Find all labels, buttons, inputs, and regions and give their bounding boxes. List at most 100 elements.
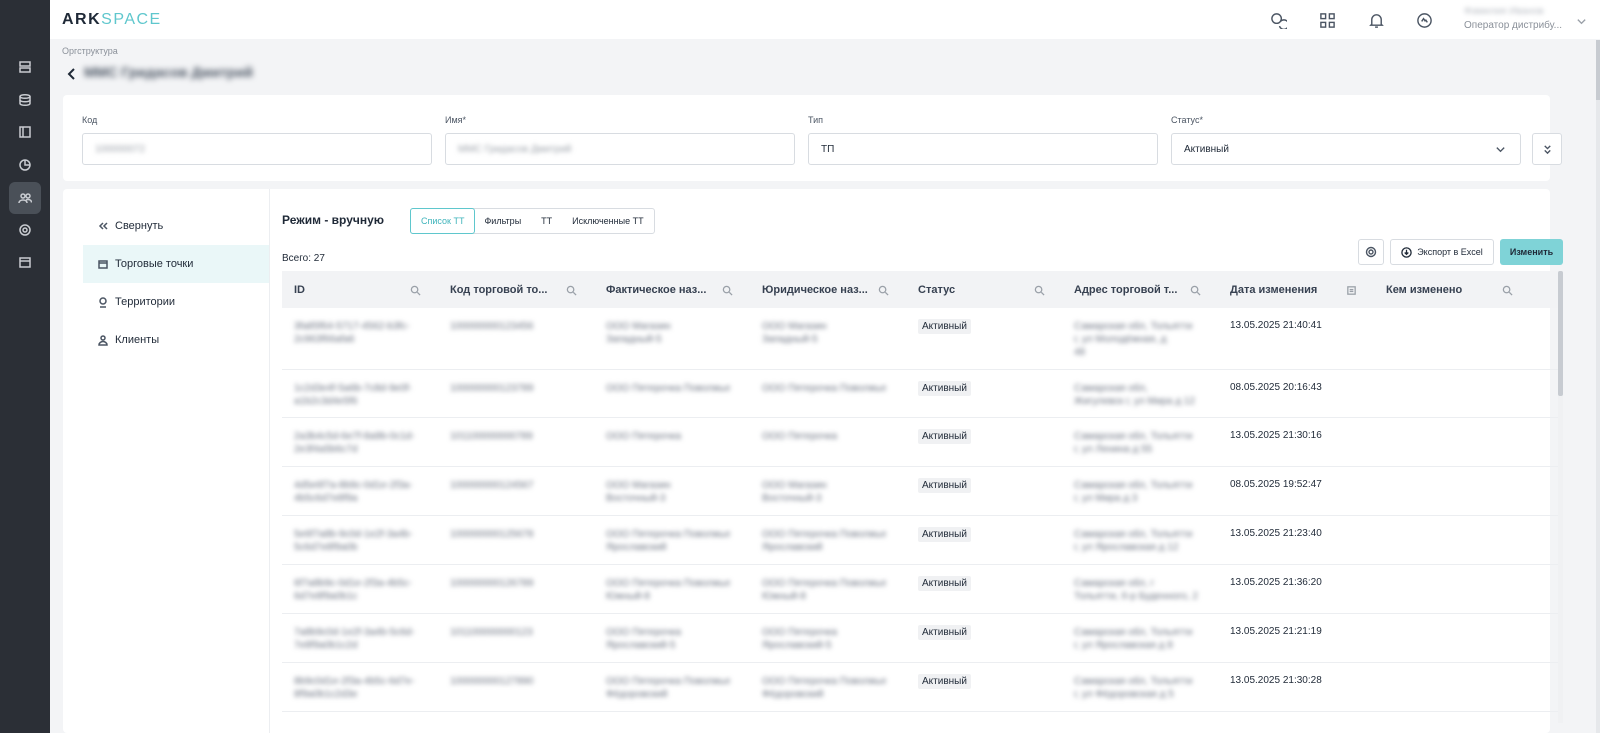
type-field[interactable]: ТП: [808, 133, 1158, 165]
cell-address: Самарская обл, Тольятти г, ул Ярославская…: [1074, 529, 1193, 553]
table-row[interactable]: 6f7a8b9c-0d1e-2f3a-4b5c- 6d7e8f9a0b1c 1000…: [282, 565, 1558, 614]
breadcrumb[interactable]: Оргструктура: [62, 46, 118, 56]
table-row[interactable]: 4d5e6f7a-8b9c-0d1e-2f3a- 4b5c6d7e8f9a 1000…: [282, 467, 1558, 516]
search-icon[interactable]: [410, 283, 421, 301]
search-icon[interactable]: [1034, 283, 1045, 301]
column-header-address[interactable]: Адрес торговой т...: [1074, 271, 1177, 308]
table-row[interactable]: 5e6f7a8b-9c0d-1e2f-3a4b- 5c6d7e8f9a0b 1000…: [282, 516, 1558, 565]
outlets-table: ID Код торговой то... Фактическое наз...…: [282, 271, 1558, 723]
tab-excluded-outlets[interactable]: Исключенные ТТ: [562, 209, 653, 233]
rail-storage-icon[interactable]: [9, 51, 41, 83]
column-header-modified-by[interactable]: Кем изменено: [1386, 271, 1462, 308]
cell-actual-name: ООО Пятерочка Ярославский-5: [606, 627, 682, 651]
status-badge: Активный: [918, 429, 971, 444]
mode-label: Режим - вручную: [282, 213, 385, 227]
divider: [269, 189, 270, 733]
tab-outlet-list[interactable]: Список ТТ: [410, 208, 476, 234]
rail-users-icon[interactable]: [9, 182, 41, 214]
page-scroll-thumb[interactable]: [1596, 40, 1600, 100]
chat-icon[interactable]: [1268, 10, 1288, 30]
search-icon[interactable]: [878, 283, 889, 301]
status-badge: Активный: [918, 527, 971, 542]
back-arrow-icon[interactable]: [66, 67, 78, 80]
user-profile[interactable]: Фамилия Иванов Оператор дистрибу...: [1464, 6, 1564, 31]
cell-legal-name: ООО Пятерочка Поволжье Ярославский: [762, 529, 887, 553]
column-header-id[interactable]: ID: [294, 271, 305, 308]
double-chevron-left-icon: [98, 222, 108, 230]
cell-modified-date: 13.05.2025 21:23:40: [1230, 528, 1322, 539]
search-icon[interactable]: [566, 283, 577, 301]
cell-actual-name: ООО Пятерочка: [606, 431, 682, 442]
cell-modified-date: 13.05.2025 21:30:28: [1230, 675, 1322, 686]
chevron-down-icon[interactable]: [1576, 14, 1587, 32]
column-header-actual-name[interactable]: Фактическое наз...: [606, 271, 706, 308]
column-header-legal-name[interactable]: Юридическое наз...: [762, 271, 868, 308]
edit-button[interactable]: Изменить: [1500, 239, 1563, 265]
tab-filters[interactable]: Фильтры: [474, 209, 531, 233]
store-icon: [98, 260, 108, 269]
code-value: 100000072: [95, 143, 146, 155]
sidebar-item-clients[interactable]: Клиенты: [83, 321, 269, 359]
cell-outlet-code: 101100000000789: [450, 431, 533, 442]
cell-modified-date: 13.05.2025 21:36:20: [1230, 577, 1322, 588]
cell-modified-date: 08.05.2025 19:52:47: [1230, 479, 1322, 490]
cell-actual-name: ООО Пятерочка Поволжье Ярославский: [606, 529, 731, 553]
sidebar-item-territories[interactable]: Территории: [83, 283, 269, 321]
cell-actual-name: ООО Пятерочка Поволжье Фёдоровский: [606, 676, 731, 700]
rail-database-icon[interactable]: [9, 84, 41, 116]
table-scroll-thumb[interactable]: [1558, 271, 1563, 396]
tab-outlets[interactable]: ТТ: [531, 209, 562, 233]
calendar-filter-icon[interactable]: [1346, 283, 1357, 301]
cell-actual-name: ООО Магазин Западный-5: [606, 321, 671, 345]
table-row[interactable]: 1c2d3e4f-5a6b-7c8d-9e0f-a1b2c3d4e5f6 1000…: [282, 370, 1558, 418]
cell-id: 3fa85f64-5717-4562-b3fc- 2c963f66afa6: [294, 321, 410, 345]
app-logo[interactable]: ARKSPACE: [62, 11, 162, 29]
cell-modified-date: 13.05.2025 21:21:19: [1230, 626, 1322, 637]
cell-address: Самарская обл, Тольятти г, ул Фёдоровская…: [1074, 676, 1193, 700]
cell-id: 2a3b4c5d-6e7f-8a9b-0c1d- 2e3f4a5b6c7d: [294, 431, 415, 455]
chevron-down-icon: [1495, 144, 1506, 158]
collapse-button[interactable]: Свернуть: [83, 207, 269, 245]
cell-legal-name: ООО Пятерочка Поволжье: [762, 383, 887, 394]
cell-id: 8b9c0d1e-2f3a-4b5c-6d7e- 8f9a0b1c2d3e: [294, 676, 415, 700]
table-header: ID Код торговой то... Фактическое наз...…: [282, 271, 1558, 308]
search-icon[interactable]: [1190, 283, 1201, 301]
table-row[interactable]: 3fa85f64-5717-4562-b3fc- 2c963f66afa6 1000…: [282, 308, 1558, 370]
cell-id: 1c2d3e4f-5a6b-7c8d-9e0f-a1b2c3d4e5f6: [294, 383, 412, 407]
page-scrollbar[interactable]: [1596, 40, 1600, 733]
code-field[interactable]: 100000072: [82, 133, 432, 165]
column-header-code[interactable]: Код торговой то...: [450, 271, 547, 308]
cell-address: Самарская обл, Жигулевск г, ул Мира д 12: [1074, 383, 1195, 407]
cell-modified-date: 13.05.2025 21:40:41: [1230, 320, 1322, 331]
cell-actual-name: ООО Пятерочка Поволжье Южный-8: [606, 578, 731, 602]
table-row[interactable]: 8b9c0d1e-2f3a-4b5c-6d7e- 8f9a0b1c2d3e 1000…: [282, 663, 1558, 712]
cell-address: Самарская обл, Тольятти г, ул Молодёжная,…: [1074, 321, 1193, 358]
apps-grid-icon[interactable]: [1317, 10, 1337, 30]
status-select[interactable]: Активный: [1171, 133, 1521, 165]
bell-icon[interactable]: [1366, 10, 1386, 30]
column-header-status[interactable]: Статус: [918, 271, 955, 308]
expand-button[interactable]: [1532, 133, 1562, 165]
top-header: ARKSPACE Фамилия Иванов Оператор дистриб…: [50, 0, 1600, 39]
cell-actual-name: ООО Пятерочка Поволжье: [606, 383, 731, 394]
rail-calendar-icon[interactable]: [9, 246, 41, 278]
rail-settings-icon[interactable]: [9, 214, 41, 246]
table-settings-button[interactable]: [1358, 239, 1384, 265]
column-header-modified-date[interactable]: Дата изменения: [1230, 271, 1317, 308]
name-field[interactable]: ММС Гридасов Дмитрий: [445, 133, 795, 165]
sidebar-item-outlets[interactable]: Торговые точки: [83, 245, 269, 283]
rail-layout-icon[interactable]: [9, 116, 41, 148]
table-row[interactable]: 2a3b4c5d-6e7f-8a9b-0c1d- 2e3f4a5b6c7d 1011…: [282, 418, 1558, 467]
search-icon[interactable]: [1502, 283, 1513, 301]
cell-address: Самарская обл, г Тольятти, б-р Буденного,…: [1074, 578, 1198, 602]
user-icon: [98, 335, 108, 346]
status-badge: Активный: [918, 381, 971, 396]
name-label: Имя*: [445, 115, 467, 125]
sync-icon[interactable]: [1414, 10, 1434, 30]
cell-actual-name: ООО Магазин Восточный-3: [606, 480, 671, 504]
export-excel-button[interactable]: Экспорт в Excel: [1390, 239, 1494, 265]
search-icon[interactable]: [722, 283, 733, 301]
table-row[interactable]: 7a8b9c0d-1e2f-3a4b-5c6d- 7e8f9a0b1c2d 1011…: [282, 614, 1558, 663]
rail-chart-icon[interactable]: [9, 149, 41, 181]
mode-tabs: Список ТТ Фильтры ТТ Исключенные ТТ: [410, 208, 655, 234]
